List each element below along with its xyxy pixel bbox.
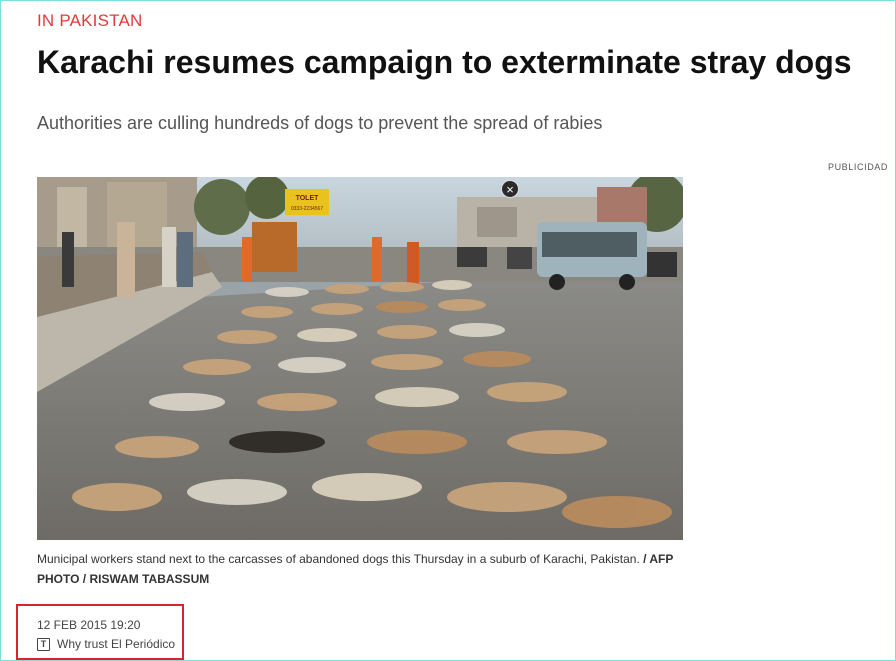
trust-label: Why trust El Periódico bbox=[57, 637, 176, 651]
trust-t-icon: T bbox=[37, 637, 50, 651]
section-kicker[interactable]: IN PAKISTAN bbox=[37, 11, 142, 31]
photo-caption: Municipal workers stand next to the carc… bbox=[37, 549, 677, 589]
close-icon[interactable]: × bbox=[501, 180, 519, 198]
article-subtitle: Authorities are culling hundreds of dogs… bbox=[37, 113, 603, 133]
caption-text: Municipal workers stand next to the carc… bbox=[37, 552, 644, 566]
highlight-box bbox=[16, 604, 184, 660]
article-photo: TOLET 0333-2234567 bbox=[37, 177, 683, 540]
publish-date: 12 FEB 2015 19:20 bbox=[37, 618, 141, 632]
article-headline: Karachi resumes campaign to exterminate … bbox=[37, 44, 852, 80]
advertising-label: PUBLICIDAD bbox=[827, 162, 888, 172]
trust-link[interactable]: T Why trust El Periódico bbox=[37, 637, 175, 651]
sign-text-1: TOLET bbox=[296, 195, 320, 202]
photo-illustration: TOLET 0333-2234567 bbox=[37, 177, 683, 540]
sign-text-2: 0333-2234567 bbox=[291, 206, 323, 212]
